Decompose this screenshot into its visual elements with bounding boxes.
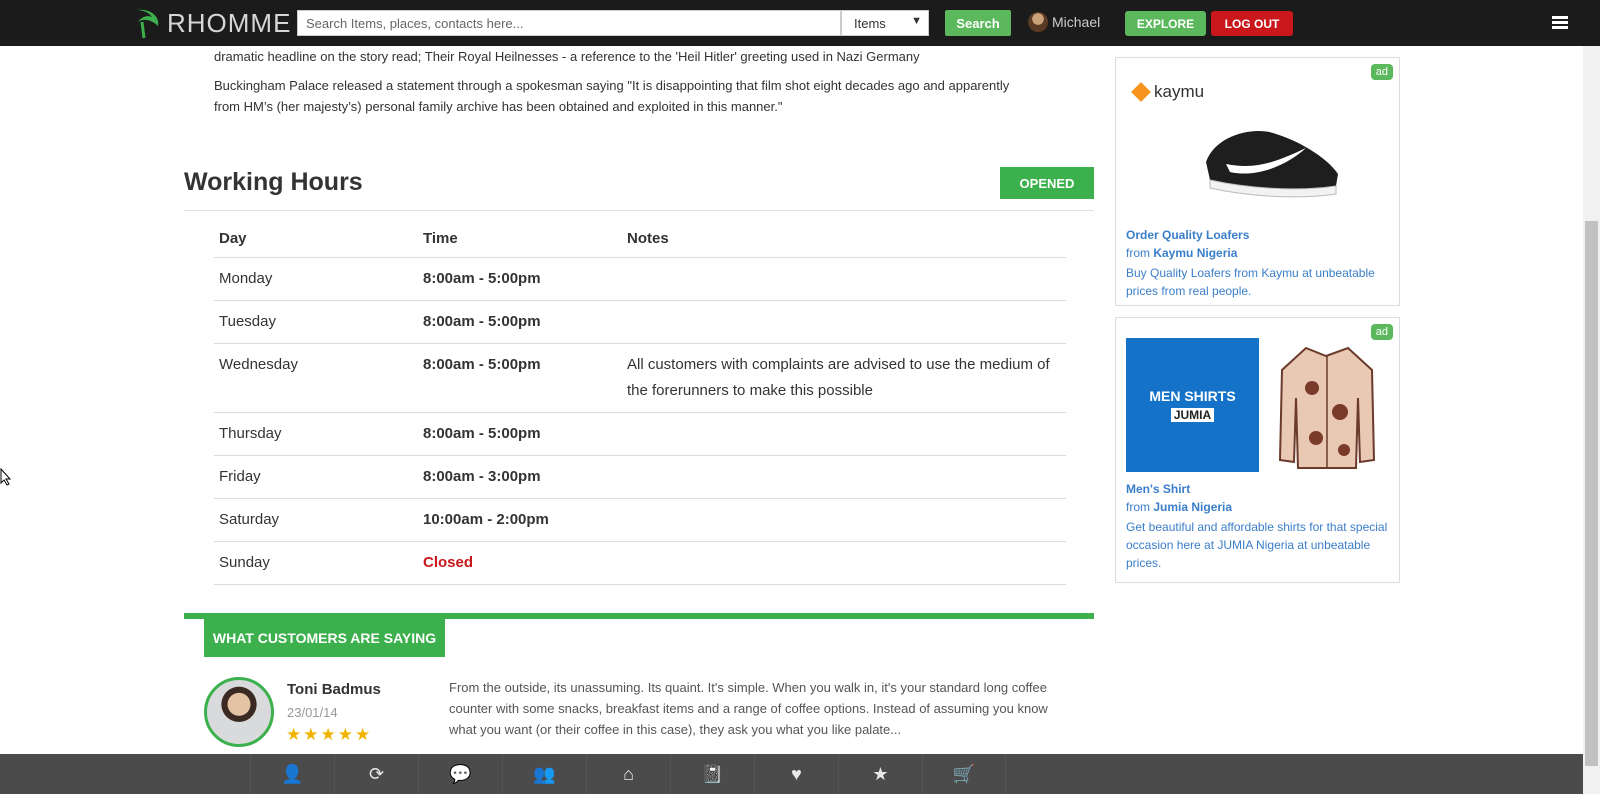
user-menu[interactable]: Michael: [1028, 12, 1100, 32]
kaymu-logo: kaymu: [1131, 82, 1205, 102]
article-paragraph: dramatic headline on the story read; The…: [214, 49, 920, 64]
hamburger-menu-icon[interactable]: [1552, 16, 1568, 30]
group-icon[interactable]: 👥: [502, 754, 586, 794]
customers-section-heading: WHAT CUSTOMERS ARE SAYING: [204, 619, 445, 657]
cart-icon[interactable]: 🛒: [922, 754, 1006, 794]
page-scrollbar[interactable]: [1583, 46, 1600, 794]
ad-card-jumia[interactable]: ad MEN SHIRTS JUMIA Men's Shirt from Jum…: [1115, 317, 1400, 583]
notes-cell: [622, 499, 1066, 541]
book-icon[interactable]: 📓: [670, 754, 754, 794]
reviewer-name[interactable]: Toni Badmus: [287, 681, 381, 698]
user-name: Michael: [1052, 14, 1101, 30]
refresh-icon[interactable]: ⟳: [334, 754, 418, 794]
table-row: Friday 8:00am - 3:00pm: [214, 456, 1066, 499]
ad-badge: ad: [1370, 64, 1393, 80]
day-cell: Thursday: [219, 425, 282, 442]
table-header-row: Day Time Notes: [214, 226, 1066, 258]
star-icon[interactable]: ★: [838, 754, 922, 794]
jumia-logo: JUMIA: [1170, 408, 1215, 422]
logo[interactable]: RHOMME: [130, 6, 291, 40]
review-date: 23/01/14: [287, 705, 338, 720]
notes-cell: All customers with complaints are advise…: [627, 356, 1050, 399]
search-button[interactable]: Search: [945, 10, 1011, 36]
ad-source: from Kaymu Nigeria: [1126, 246, 1237, 260]
table-row: Saturday 10:00am - 2:00pm: [214, 499, 1066, 542]
logo-text: RHOMME: [167, 7, 292, 38]
kaymu-diamond-icon: [1131, 82, 1151, 102]
notes-cell: [622, 301, 1066, 343]
day-cell: Monday: [219, 270, 273, 287]
home-icon[interactable]: ⌂: [586, 754, 670, 794]
article-body: dramatic headline on the story read; The…: [214, 46, 1034, 125]
time-cell: 8:00am - 5:00pm: [423, 313, 541, 330]
ad-advertiser-link[interactable]: Kaymu Nigeria: [1153, 246, 1237, 260]
logo-leaf-icon: [136, 9, 159, 39]
time-cell: 8:00am - 3:00pm: [423, 468, 541, 485]
search-category-select[interactable]: Items ▼: [841, 10, 929, 36]
ad-description: Buy Quality Loafers from Kaymu at unbeat…: [1126, 266, 1375, 298]
shoe-image: [1206, 131, 1338, 198]
opened-status-badge: OPENED: [1000, 167, 1094, 199]
column-header-day: Day: [219, 230, 247, 247]
chat-icon[interactable]: 💬: [418, 754, 502, 794]
reviewer-avatar[interactable]: [204, 677, 274, 747]
time-cell: 8:00am - 5:00pm: [423, 356, 541, 373]
column-header-notes: Notes: [627, 230, 669, 247]
day-cell: Sunday: [219, 554, 270, 571]
table-row: Monday 8:00am - 5:00pm: [214, 258, 1066, 301]
column-header-time: Time: [423, 230, 458, 247]
day-cell: Tuesday: [219, 313, 276, 330]
table-row: Tuesday 8:00am - 5:00pm: [214, 301, 1066, 344]
day-cell: Saturday: [219, 511, 280, 528]
shirt-image: [1278, 346, 1376, 469]
notes-cell: [622, 542, 1066, 584]
working-hours-table: Day Time Notes Monday 8:00am - 5:00pm Tu…: [214, 226, 1066, 585]
ad-title[interactable]: Men's Shirt: [1126, 482, 1190, 496]
working-hours-title: Working Hours: [184, 168, 363, 196]
star-rating: ★★★★★: [286, 725, 373, 744]
explore-button[interactable]: EXPLORE: [1125, 11, 1206, 36]
time-cell: 10:00am - 2:00pm: [423, 511, 549, 528]
ad-from-label: from: [1126, 246, 1150, 260]
ad-title[interactable]: Order Quality Loafers: [1126, 228, 1249, 242]
day-cell: Friday: [219, 468, 261, 485]
article-paragraph: Buckingham Palace released a statement t…: [214, 78, 1010, 114]
notes-cell: [622, 258, 1066, 300]
ad-badge: ad: [1370, 324, 1393, 340]
search-input[interactable]: [297, 10, 841, 36]
table-row: Thursday 8:00am - 5:00pm: [214, 413, 1066, 456]
divider: [184, 210, 1094, 211]
ad-source: from Jumia Nigeria: [1126, 500, 1232, 514]
table-row: Sunday Closed: [214, 542, 1066, 585]
heart-icon[interactable]: ♥: [754, 754, 838, 794]
top-navbar: RHOMME Items ▼ Search Michael EXPLORE LO…: [0, 0, 1600, 46]
time-cell-closed: Closed: [423, 554, 474, 571]
kaymu-logo-text: kaymu: [1154, 82, 1205, 101]
user-icon[interactable]: 👤: [250, 754, 334, 794]
bottom-toolbar-icons: 👤 ⟳ 💬 👥 ⌂ 📓 ♥ ★ 🛒: [250, 754, 1006, 794]
notes-cell: [622, 456, 1066, 498]
time-cell: 8:00am - 5:00pm: [423, 270, 541, 287]
review-text: From the outside, its unassuming. Its qu…: [449, 680, 1048, 737]
jumia-banner: MEN SHIRTS JUMIA: [1126, 338, 1259, 472]
notes-cell: [622, 413, 1066, 455]
search-category-value: Items: [854, 16, 886, 31]
scrollbar-thumb[interactable]: [1585, 221, 1598, 766]
user-avatar: [1028, 12, 1048, 32]
ad-advertiser-link[interactable]: Jumia Nigeria: [1153, 500, 1232, 514]
ad-from-label: from: [1126, 500, 1150, 514]
jumia-banner-heading: MEN SHIRTS: [1149, 388, 1236, 404]
ad-description: Get beautiful and affordable shirts for …: [1126, 520, 1388, 570]
ad-card-kaymu[interactable]: ad kaymu Order Quality Loafers from Kaym…: [1115, 57, 1400, 306]
dropdown-caret-icon: ▼: [911, 15, 922, 27]
logout-button[interactable]: LOG OUT: [1211, 11, 1293, 36]
table-row: Wednesday 8:00am - 5:00pm All customers …: [214, 344, 1066, 413]
day-cell: Wednesday: [219, 356, 298, 373]
mouse-cursor-icon: [0, 468, 12, 486]
time-cell: 8:00am - 5:00pm: [423, 425, 541, 442]
